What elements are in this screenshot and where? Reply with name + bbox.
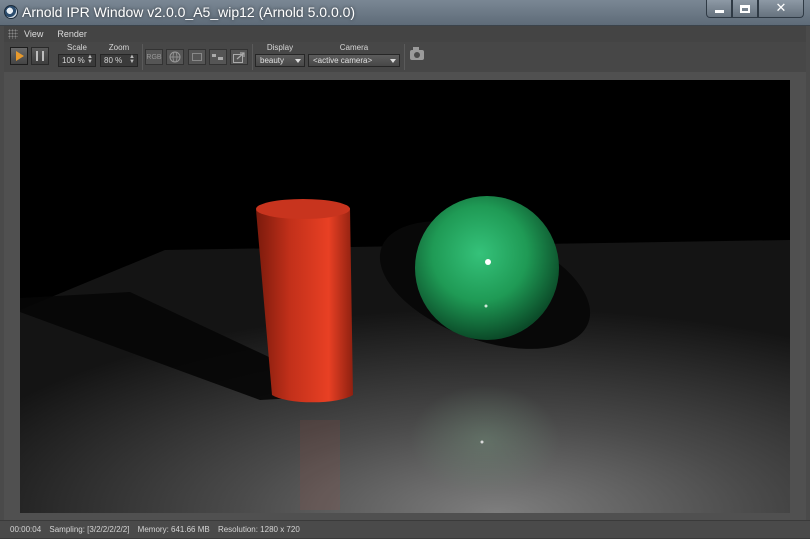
zoom-label: Zoom xyxy=(108,43,130,52)
export-button[interactable] xyxy=(230,49,248,65)
close-icon: ✕ xyxy=(775,1,787,16)
camera-dropdown[interactable]: <active camera> xyxy=(308,54,400,67)
arnold-ipr-window: Arnold IPR Window v2.0.0_A5_wip12 (Arnol… xyxy=(0,0,810,538)
window-title: Arnold IPR Window v2.0.0_A5_wip12 (Arnol… xyxy=(22,4,356,20)
zoom-value: 80 % xyxy=(104,56,123,65)
maximize-button[interactable] xyxy=(732,0,758,18)
spin-arrows-icon: ▲ ▼ xyxy=(129,54,135,65)
menu-view[interactable]: View xyxy=(24,29,43,39)
scale-label: Scale xyxy=(66,43,87,52)
window-controls: ✕ xyxy=(706,0,804,20)
toolbar-separator xyxy=(142,44,143,70)
title-bar[interactable]: Arnold IPR Window v2.0.0_A5_wip12 (Arnol… xyxy=(0,0,810,26)
rgb-channel-button[interactable]: RGB xyxy=(145,49,163,65)
snapshot-camera-icon[interactable] xyxy=(410,47,424,60)
display-dropdown[interactable]: beauty xyxy=(255,54,305,67)
display-value: beauty xyxy=(260,56,285,65)
menu-render[interactable]: Render xyxy=(57,29,87,39)
spin-arrows-icon: ▲ ▼ xyxy=(87,54,93,65)
zoom-spinbox[interactable]: 80 % ▲ ▼ xyxy=(100,54,138,67)
start-render-button[interactable] xyxy=(10,47,28,65)
render-time: 00:00:04 xyxy=(10,525,42,534)
memory-info: Memory: 641.66 MB xyxy=(137,525,210,534)
chevron-down-icon xyxy=(295,59,301,63)
menu-bar: View Render xyxy=(4,26,806,42)
minimize-button[interactable] xyxy=(706,0,732,18)
rendered-scene xyxy=(20,80,790,513)
chevron-down-icon xyxy=(390,59,396,63)
camera-label: Camera xyxy=(339,43,369,52)
globe-button[interactable] xyxy=(166,49,184,65)
toolbar-separator xyxy=(252,44,253,70)
status-bar: 00:00:04 Sampling: [3/2/2/2/2/2] Memory:… xyxy=(0,520,810,538)
rgb-label: RGB xyxy=(146,53,162,61)
pause-render-button[interactable] xyxy=(31,47,49,65)
compare-button[interactable] xyxy=(209,49,227,65)
close-button[interactable]: ✕ xyxy=(758,0,804,18)
app-logo-icon xyxy=(4,5,18,19)
scale-spinbox[interactable]: 100 % ▲ ▼ xyxy=(58,54,96,67)
toolbar: Scale 100 % ▲ ▼ Zoom 80 % ▲ ▼ RGB Displa… xyxy=(4,42,806,72)
maximize-icon xyxy=(740,4,750,13)
camera-value: <active camera> xyxy=(313,56,373,65)
compare-icon xyxy=(212,54,223,60)
region-button[interactable] xyxy=(188,49,206,65)
export-icon xyxy=(233,51,245,63)
play-icon xyxy=(16,51,24,61)
display-label: Display xyxy=(266,43,294,52)
grip-icon[interactable] xyxy=(8,29,18,39)
render-image[interactable] xyxy=(20,80,790,513)
toolbar-separator xyxy=(404,44,405,70)
pause-icon xyxy=(36,51,44,61)
globe-icon xyxy=(169,51,181,63)
resolution-info: Resolution: 1280 x 720 xyxy=(217,525,300,534)
scale-value: 100 % xyxy=(62,56,85,65)
region-icon xyxy=(192,53,202,61)
minimize-icon xyxy=(714,10,724,13)
render-viewport[interactable] xyxy=(4,72,806,520)
sampling-info: Sampling: [3/2/2/2/2/2] xyxy=(49,525,130,534)
